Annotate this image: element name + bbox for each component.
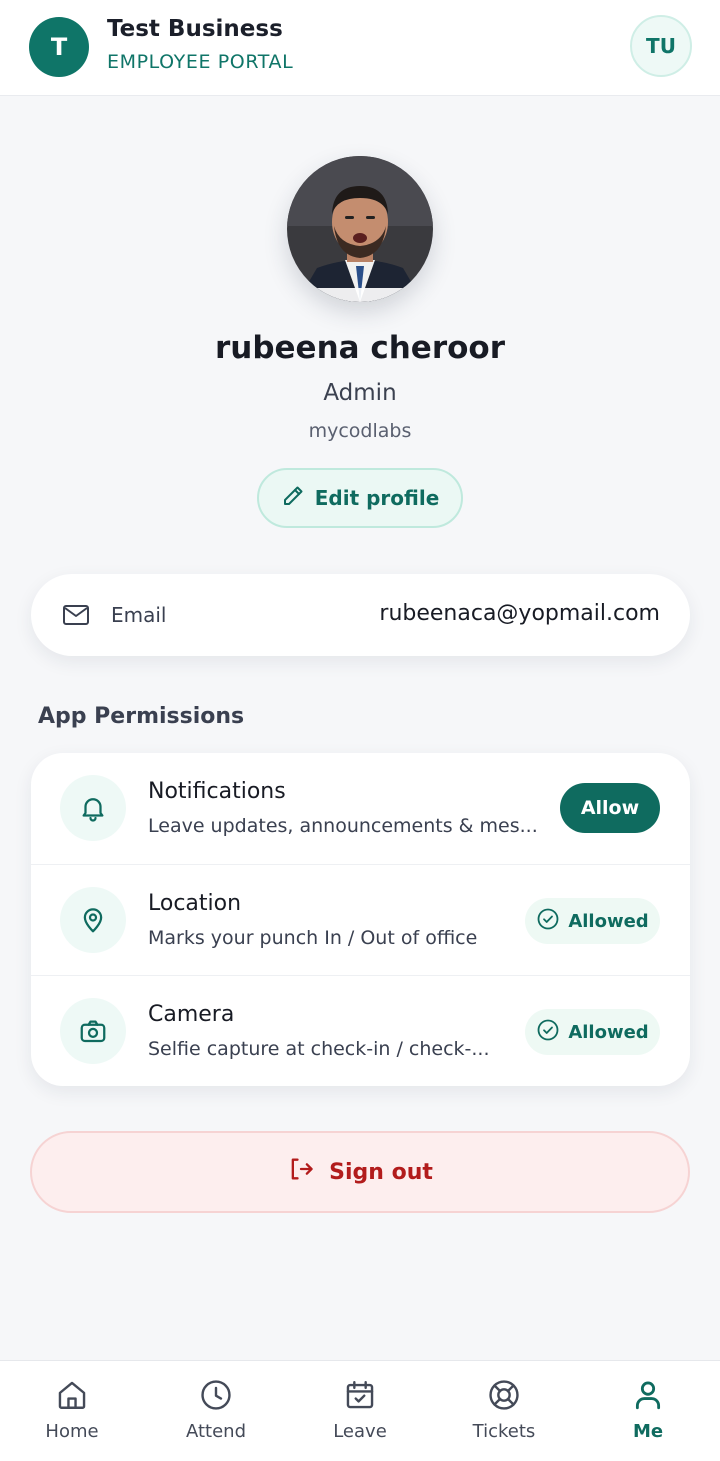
location-pin-icon <box>60 887 126 953</box>
clock-icon <box>199 1377 233 1413</box>
business-avatar[interactable]: T <box>29 17 89 77</box>
permission-name: Location <box>148 891 242 916</box>
nav-label: Leave <box>333 1421 387 1442</box>
permission-name: Camera <box>148 1002 235 1027</box>
email-label: Email <box>111 603 167 627</box>
permission-description: Marks your punch In / Out of office <box>148 927 478 949</box>
nav-item-leave[interactable]: Leave <box>288 1361 432 1461</box>
nav-label: Attend <box>185 1421 247 1442</box>
permission-row-notifications: Notifications Leave updates, announcemen… <box>31 753 690 864</box>
permission-row-location: Location Marks your punch In / Out of of… <box>31 864 690 975</box>
email-card: Email rubeenaca@yopmail.com <box>31 574 690 656</box>
allowed-label: Allowed <box>568 1021 649 1043</box>
location-allowed-badge: Allowed <box>525 898 660 944</box>
edit-profile-button[interactable]: Edit profile <box>257 468 463 528</box>
user-icon <box>631 1377 665 1413</box>
allowed-label: Allowed <box>568 910 649 932</box>
sign-out-label: Sign out <box>329 1159 433 1185</box>
nav-label: Tickets <box>472 1421 536 1442</box>
edit-profile-label: Edit profile <box>314 486 440 510</box>
bottom-navigation: Home Attend Leave Tickets Me <box>0 1360 720 1461</box>
nav-item-home[interactable]: Home <box>0 1361 144 1461</box>
pencil-icon <box>281 484 305 513</box>
check-circle-icon <box>536 1018 560 1047</box>
sign-out-icon <box>287 1155 315 1189</box>
permission-description: Selfie capture at check-in / check-... <box>148 1038 490 1060</box>
camera-icon <box>60 998 126 1064</box>
app-header: T Test Business EMPLOYEE PORTAL TU <box>0 0 720 96</box>
nav-item-tickets[interactable]: Tickets <box>432 1361 576 1461</box>
home-icon <box>55 1377 89 1413</box>
nav-item-attend[interactable]: Attend <box>144 1361 288 1461</box>
permission-description: Leave updates, announcements & mes... <box>148 815 538 837</box>
mail-icon <box>62 603 90 631</box>
nav-label: Home <box>45 1421 99 1442</box>
nav-item-me[interactable]: Me <box>576 1361 720 1461</box>
allow-notifications-button[interactable]: Allow <box>560 783 660 833</box>
sign-out-button[interactable]: Sign out <box>30 1131 690 1213</box>
permissions-title: App Permissions <box>38 704 245 729</box>
permission-row-camera: Camera Selfie capture at check-in / chec… <box>31 975 690 1086</box>
nav-label: Me <box>632 1421 664 1442</box>
bell-icon <box>60 775 126 841</box>
lifebuoy-icon <box>487 1377 521 1413</box>
calendar-icon <box>343 1377 377 1413</box>
business-name: Test Business <box>107 16 283 42</box>
profile-name: rubeena cheroor <box>214 330 506 366</box>
user-avatar-button[interactable]: TU <box>630 15 692 77</box>
profile-photo <box>287 156 433 302</box>
camera-allowed-badge: Allowed <box>525 1009 660 1055</box>
check-circle-icon <box>536 907 560 936</box>
profile-organization: mycodlabs <box>308 420 412 442</box>
permission-name: Notifications <box>148 779 286 804</box>
permissions-card: Notifications Leave updates, announcemen… <box>31 753 690 1086</box>
portal-label: EMPLOYEE PORTAL <box>107 51 294 73</box>
profile-role: Admin <box>323 380 397 406</box>
email-value: rubeenaca@yopmail.com <box>379 601 660 626</box>
